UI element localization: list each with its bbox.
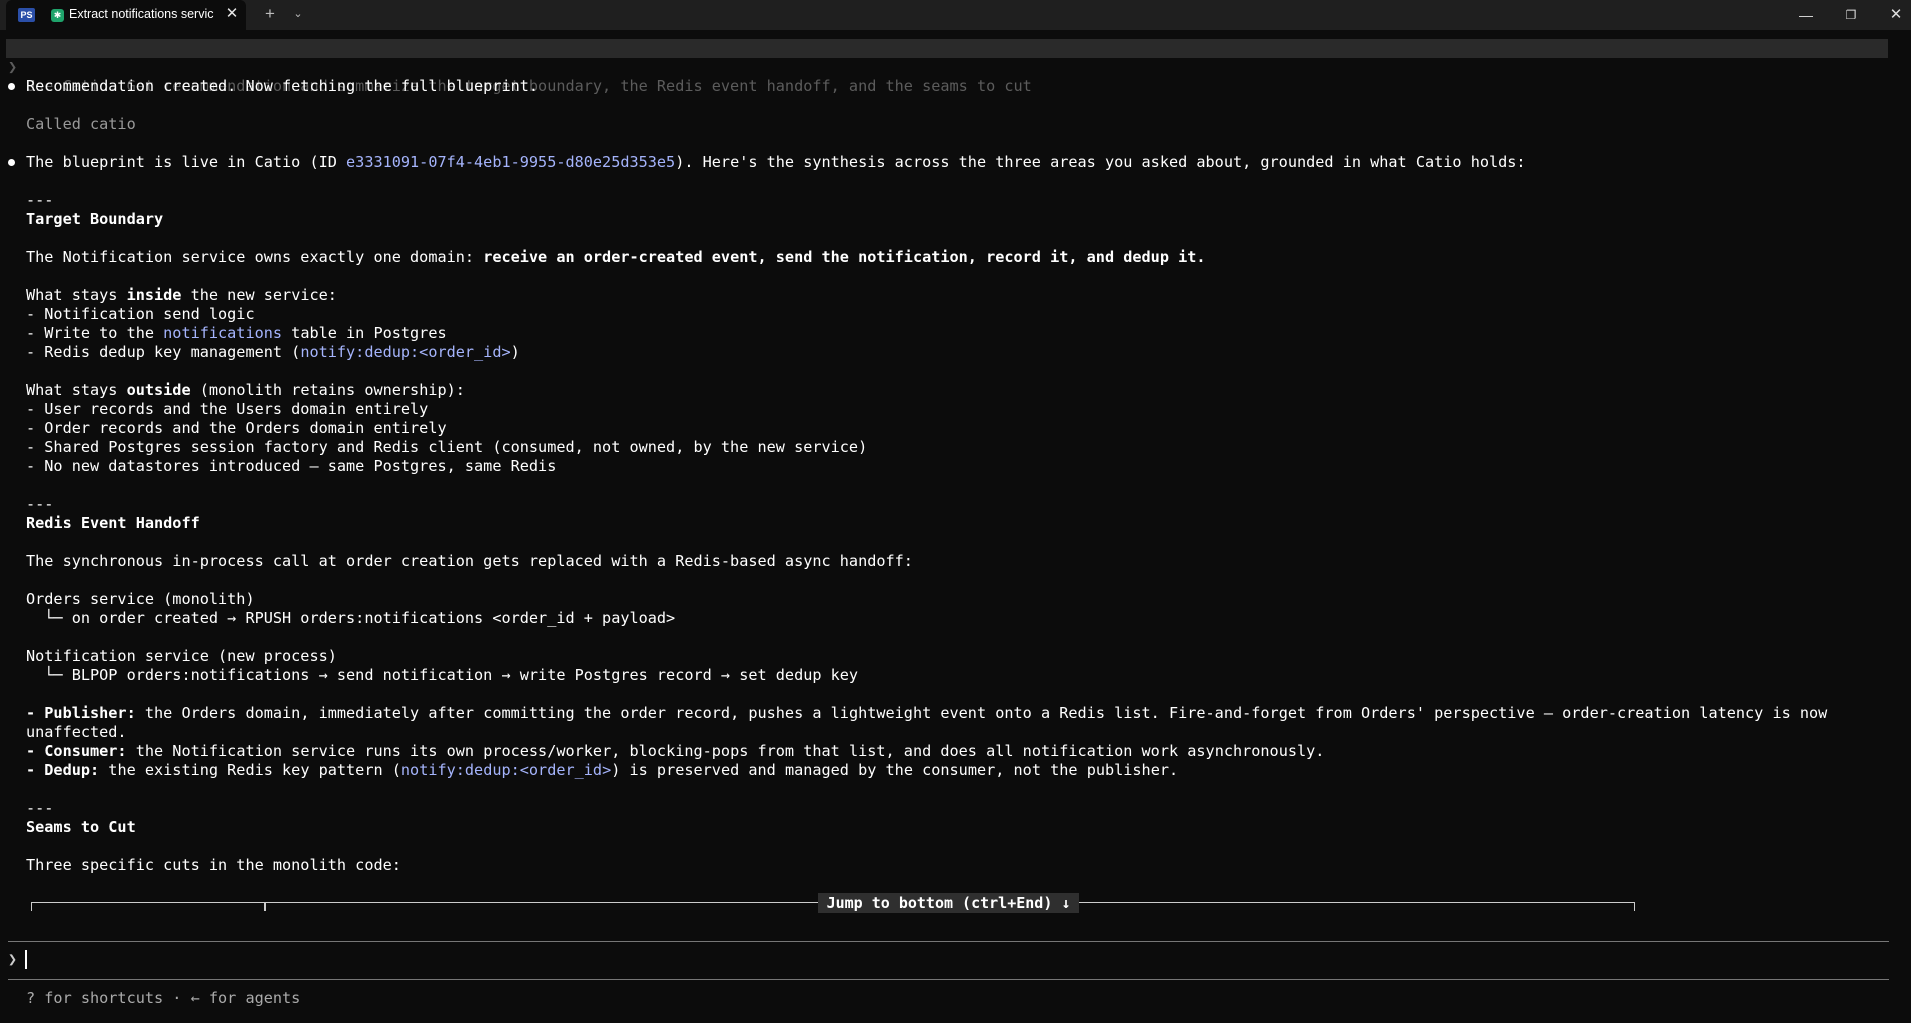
dedup-pre: the existing Redis key pattern ( (99, 761, 401, 779)
blueprint-id-link[interactable]: e3331091-07f4-4eb1-9955-d80e25d353e5 (346, 153, 675, 171)
dedup-item: - Dedup: the existing Redis key pattern … (26, 761, 1178, 780)
heading-seams-to-cut: Seams to Cut (26, 818, 136, 836)
inside-bold: inside (126, 286, 182, 304)
list-item: - Notification send logic (26, 305, 255, 323)
list-item: - User records and the Users domain enti… (26, 400, 429, 418)
list-item: - Order records and the Orders domain en… (26, 419, 447, 437)
target-intro-bold: receive an order-created event, send the… (483, 248, 1206, 266)
notification-service-label: Notification service (new process) (26, 647, 337, 665)
inside-post: the new service: (181, 286, 337, 304)
section-rule: --- (26, 799, 54, 817)
close-tab-icon[interactable]: ✕ (224, 4, 240, 24)
message-recommendation: Recommendation created. Now fetching the… (26, 77, 539, 95)
bullet-icon (8, 159, 15, 166)
outside-bold: outside (126, 381, 191, 399)
list-item: - No new datastores introduced — same Po… (26, 457, 557, 475)
publisher-continuation: unaffected. (26, 723, 127, 741)
table-column-divider (264, 902, 266, 911)
tab-title: Extract notifications servic (69, 7, 214, 21)
notifications-table-code: notifications (163, 324, 283, 342)
publisher-text: the Orders domain, immediately after com… (135, 704, 1828, 722)
tab-dropdown-chevron-icon[interactable]: ⌄ (288, 4, 308, 24)
blueprint-text-pre: The blueprint is live in Catio (ID (26, 153, 347, 171)
dedup-post: ) is preserved and managed by the consum… (611, 761, 1179, 779)
consumer-text: the Notification service runs its own pr… (126, 742, 1325, 760)
target-intro-pre: The Notification service owns exactly on… (26, 248, 484, 266)
list-item: - Redis dedup key management (notify:ded… (26, 343, 520, 362)
section-rule: --- (26, 191, 54, 209)
orders-flow: └─ on order created → RPUSH orders:notif… (26, 609, 676, 627)
heading-redis-handoff: Redis Event Handoff (26, 514, 200, 532)
in3-pre: - Redis dedup key management ( (26, 343, 301, 361)
in2-pre: - Write to the (26, 324, 164, 342)
section-rule: --- (26, 495, 54, 513)
maximize-button[interactable]: ❐ (1828, 0, 1874, 30)
new-tab-button[interactable]: + (260, 4, 280, 24)
input-top-divider (8, 941, 1889, 942)
tab-active[interactable]: PS ✱ Extract notifications servic ✕ (6, 0, 246, 30)
footer-hint: ? for shortcuts · ← for agents (26, 989, 301, 1007)
tool-call-label: Called catio (26, 115, 136, 133)
title-bar: PS ✱ Extract notifications servic ✕ + ⌄ … (0, 0, 1911, 30)
dedup-key-code: notify:dedup:<order_id> (300, 343, 511, 361)
submitted-prompt: ❯ Use Catio. Get recommendation and summ… (6, 39, 1888, 95)
seams-intro: Three specific cuts in the monolith code… (26, 856, 401, 874)
dedup-key-code: notify:dedup:<order_id> (400, 761, 612, 779)
list-item: - Shared Postgres session factory and Re… (26, 438, 868, 456)
in2-post: table in Postgres (282, 324, 447, 342)
input-chevron-icon: ❯ (8, 950, 18, 968)
app-icon: ✱ (51, 9, 64, 22)
prompt-chevron-icon: ❯ (8, 58, 18, 76)
heading-target-boundary: Target Boundary (26, 210, 164, 228)
input-bottom-divider (8, 979, 1889, 980)
outside-pre: What stays (26, 381, 127, 399)
blueprint-text-post: ). Here's the synthesis across the three… (675, 153, 1526, 171)
outside-post: (monolith retains ownership): (190, 381, 465, 399)
orders-service-label: Orders service (monolith) (26, 590, 255, 608)
jump-to-bottom-button[interactable]: Jump to bottom (ctrl+End) ↓ (818, 893, 1079, 913)
notification-flow: └─ BLPOP orders:notifications → send not… (26, 666, 859, 684)
redis-intro: The synchronous in-process call at order… (26, 552, 913, 570)
in3-post: ) (510, 343, 520, 361)
list-item: - Write to the notifications table in Po… (26, 324, 447, 343)
input-cursor[interactable] (25, 950, 27, 969)
minimize-button[interactable]: — (1783, 0, 1829, 30)
consumer-label: - Consumer: (26, 742, 127, 760)
publisher-label: - Publisher: (26, 704, 136, 722)
consumer-item: - Consumer: the Notification service run… (26, 742, 1324, 761)
dedup-label: - Dedup: (26, 761, 100, 779)
publisher-item: - Publisher: the Orders domain, immediat… (26, 704, 1827, 723)
close-window-button[interactable]: ✕ (1873, 0, 1911, 30)
inside-label: What stays inside the new service: (26, 286, 337, 305)
outside-label: What stays outside (monolith retains own… (26, 381, 465, 400)
bullet-icon (8, 83, 15, 90)
inside-pre: What stays (26, 286, 127, 304)
message-blueprint: The blueprint is live in Catio (ID e3331… (26, 153, 1526, 172)
powershell-icon: PS (18, 8, 35, 22)
target-intro: The Notification service owns exactly on… (26, 248, 1206, 267)
